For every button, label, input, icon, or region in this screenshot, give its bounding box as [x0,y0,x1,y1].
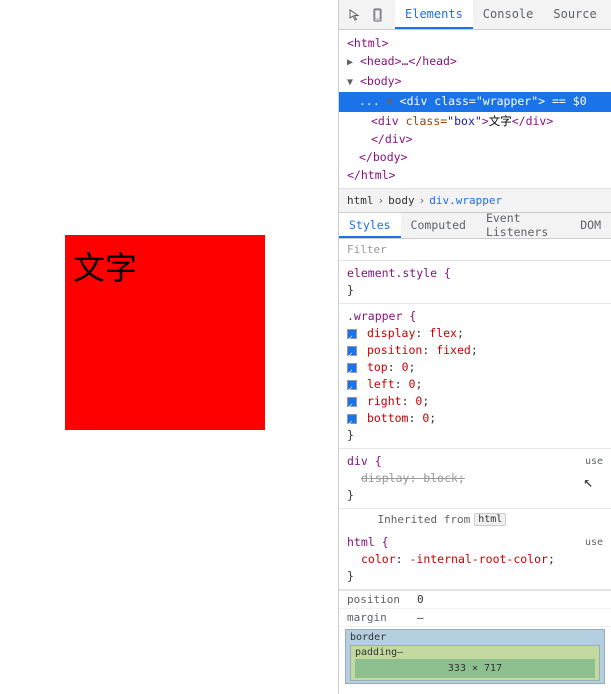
tab-dom[interactable]: DOM [570,213,611,238]
devtools-top-tabs: Elements Console Source [339,0,611,30]
cursor-icon[interactable] [343,3,367,27]
red-box: 文字 [65,235,265,430]
tab-icons [339,0,395,29]
checkbox-left[interactable] [347,380,357,390]
chinese-text: 文字 [73,243,137,289]
tree-close-html[interactable]: </html> [339,166,611,184]
html-tree: <html> ▶ <head>…</head> ▼ <body> ... ▼ <… [339,30,611,189]
tab-computed[interactable]: Computed [401,213,476,238]
bm-padding: padding– 333 × 717 [350,645,600,681]
tree-body[interactable]: ▼ <body> [339,72,611,92]
breadcrumb: html › body › div.wrapper [339,189,611,213]
css-rule-wrapper: .wrapper { display: flex; position: fixe… [339,304,611,449]
tree-close-body[interactable]: </body> [339,148,611,166]
checkbox-bottom[interactable] [347,414,357,424]
bm-position-row: position 0 [339,591,611,609]
checkbox-top[interactable] [347,363,357,373]
box-model: position 0 margin – border padding– 333 … [339,590,611,684]
css-rule-element-style: element.style { } [339,261,611,304]
breadcrumb-body[interactable]: body [388,194,415,207]
bm-visual: border padding– 333 × 717 [345,629,605,684]
source-link-div: use [585,453,603,470]
source-link-html: use [585,534,603,551]
bm-content-size: 333 × 717 [355,659,595,678]
inherited-html-badge[interactable]: html [474,513,506,526]
filter-bar[interactable]: Filter [339,239,611,261]
checkbox-right[interactable] [347,397,357,407]
phone-icon[interactable] [367,3,391,27]
tab-event-listeners[interactable]: Event Listeners [476,213,570,238]
tab-styles[interactable]: Styles [339,213,401,238]
tree-close-div[interactable]: </div> [339,130,611,148]
tree-html[interactable]: <html> [339,34,611,52]
tree-box-div[interactable]: <div class="box">文字</div> [339,112,611,130]
css-rule-html: html { use color: -internal-root-color; … [339,530,611,590]
page-preview: 文字 [0,0,338,694]
bm-border-label: border [346,630,604,645]
inherited-label: html Inherited from html [339,509,611,530]
bm-margin-row: margin – [339,609,611,627]
tab-elements[interactable]: Elements [395,0,473,29]
breadcrumb-wrapper[interactable]: div.wrapper [429,194,502,207]
checkbox-display[interactable] [347,329,357,339]
checkbox-position[interactable] [347,346,357,356]
tab-console[interactable]: Console [473,0,544,29]
tree-head[interactable]: ▶ <head>…</head> [339,52,611,72]
bm-padding-label: padding– [351,646,599,659]
styles-sub-tabs: Styles Computed Event Listeners DOM [339,213,611,239]
css-rule-div: div { use display: block; } [339,449,611,509]
tree-wrapper-div[interactable]: ... ▼ <div class="wrapper"> == $0 [339,92,611,112]
styles-panel: Filter element.style { } .wrapper { disp… [339,239,611,694]
tab-source[interactable]: Source [543,0,606,29]
breadcrumb-html[interactable]: html [347,194,374,207]
devtools-panel: Elements Console Source <html> ▶ <head>…… [338,0,611,694]
